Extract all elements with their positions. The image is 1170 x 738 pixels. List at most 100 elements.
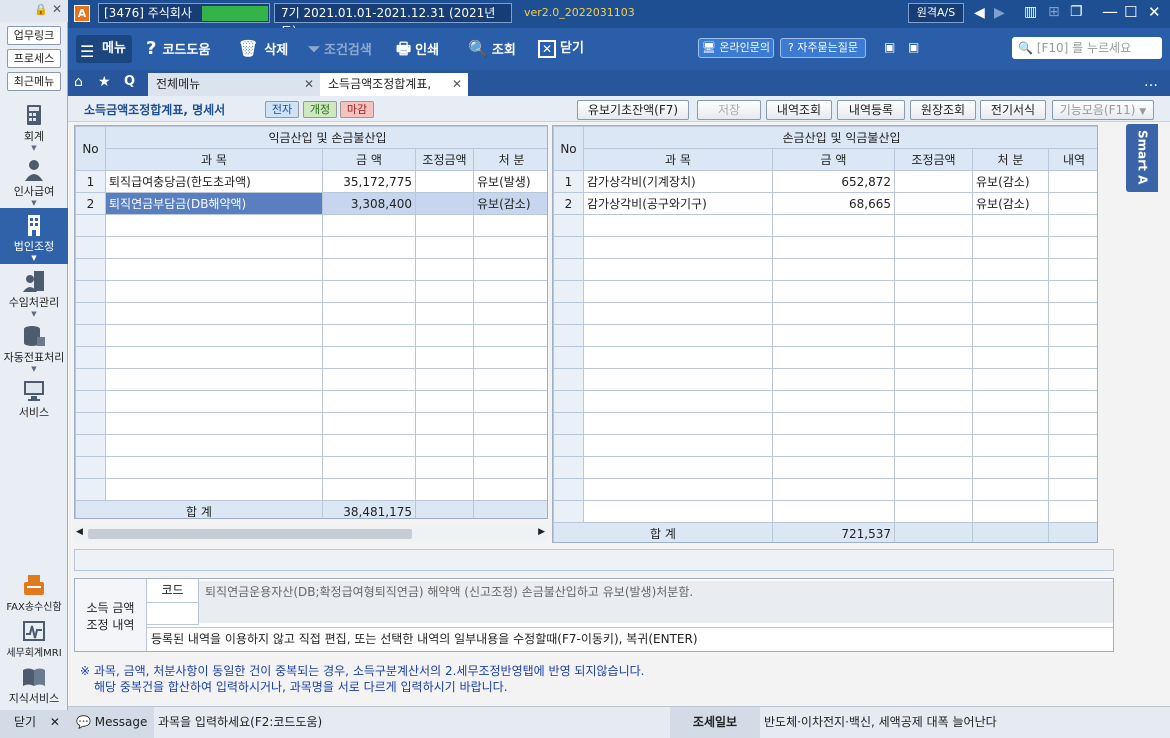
column-header-amount[interactable]: 금 액 [322, 148, 416, 171]
empty-row[interactable] [75, 258, 547, 281]
tag-revised[interactable]: 개정 [303, 101, 337, 118]
column-header-disposition[interactable]: 처 분 [472, 148, 547, 171]
close-icon[interactable]: ✕ [452, 73, 462, 95]
code-input[interactable] [147, 603, 199, 625]
empty-row[interactable] [553, 390, 1097, 413]
empty-row[interactable] [553, 236, 1097, 259]
book-view-icon[interactable]: ▥ [1024, 4, 1037, 20]
empty-row[interactable] [553, 478, 1097, 501]
sidebar-item-client-manage[interactable]: 수임처관리 ▼ [0, 264, 68, 320]
scroll-left-icon[interactable]: ◀ [76, 527, 83, 537]
disposition-cell[interactable]: 유보(감소) [972, 170, 1049, 193]
sidebar-item-knowledge[interactable]: 지식서비스 [0, 660, 68, 706]
tab-current[interactable]: 소득금액조정합계표, ✕ [320, 73, 468, 96]
screen-dual-icon[interactable]: ▣ [908, 40, 919, 54]
tag-electronic[interactable]: 전자 [265, 101, 299, 118]
empty-row[interactable] [75, 368, 547, 391]
item-cell[interactable]: 감가상각비(공구와기구) [583, 192, 773, 215]
tab-all-menu[interactable]: 전체메뉴 ✕ [148, 73, 320, 96]
lock-icon[interactable]: 🔒 [34, 3, 48, 16]
close-button[interactable]: ✕ 닫기 [538, 38, 584, 60]
smart-a-side-button[interactable]: Smart A [1126, 124, 1158, 192]
empty-row[interactable] [75, 390, 547, 413]
quick-search-icon[interactable]: Q [124, 74, 135, 89]
empty-row[interactable] [553, 258, 1097, 281]
online-inquiry-button[interactable]: 🖥 온라인문의 [698, 38, 774, 58]
sidebar-item-mri[interactable]: 세무회계MRI [0, 614, 68, 664]
save-button[interactable]: 저장 [697, 100, 761, 120]
forward-arrow-icon[interactable]: ▶ [994, 5, 1005, 21]
global-search-input[interactable]: 🔍 [F10] 를 누르세요 [1012, 37, 1162, 59]
window-cascade-icon[interactable]: ❐ [1070, 4, 1083, 20]
empty-row[interactable] [553, 412, 1097, 435]
empty-row[interactable] [75, 412, 547, 435]
sidebar-close-button[interactable]: 닫기 ✕ [0, 710, 68, 738]
remote-support-button[interactable]: 원격A/S [908, 3, 964, 23]
empty-row[interactable] [75, 456, 547, 479]
item-cell[interactable]: 퇴직연금부담금(DB해약액) [105, 192, 323, 215]
empty-row[interactable] [553, 500, 1097, 523]
ledger-view-button[interactable]: 원장조회 [910, 100, 976, 120]
search-button[interactable]: 🔍 조회 [468, 38, 516, 60]
disposition-cell[interactable]: 유보(감소) [472, 192, 547, 215]
star-icon[interactable]: ★ [98, 74, 111, 90]
sidebar-link-process[interactable]: 프로세스 [7, 49, 61, 68]
close-window-icon[interactable]: ✕ [1148, 3, 1161, 21]
empty-row[interactable] [553, 280, 1097, 303]
empty-row[interactable] [75, 280, 547, 303]
empty-row[interactable] [75, 434, 547, 457]
column-header-detail[interactable]: 내역 [1047, 148, 1097, 171]
column-header-adjust[interactable]: 조정금액 [415, 148, 474, 171]
message-tab[interactable]: 💬 Message [68, 707, 154, 738]
screen-icon[interactable]: ▣ [884, 40, 895, 54]
item-cell[interactable]: 감가상각비(기계장치) [583, 170, 773, 193]
empty-row[interactable] [553, 368, 1097, 391]
sidebar-item-service[interactable]: 서비스 [0, 374, 68, 430]
column-header-item[interactable]: 과 목 [583, 148, 773, 171]
code-help-button[interactable]: ? 코드도움 [146, 38, 210, 60]
column-header-item[interactable]: 과 목 [105, 148, 323, 171]
adjust-cell[interactable] [415, 170, 474, 193]
empty-row[interactable] [553, 324, 1097, 347]
horizontal-scrollbar[interactable]: ◀ ▶ [74, 527, 548, 541]
detail-cell[interactable] [1047, 192, 1097, 215]
empty-row[interactable] [75, 302, 547, 325]
amount-cell[interactable]: 3,308,400 [322, 192, 416, 215]
detail-view-button[interactable]: 내역조회 [766, 100, 832, 120]
sidebar-item-auto-voucher[interactable]: 자동전표처리 ▼ [0, 319, 68, 375]
amount-cell[interactable]: 35,172,775 [322, 170, 416, 193]
more-icon[interactable]: … [1144, 74, 1158, 90]
close-icon[interactable]: ✕ [52, 2, 62, 16]
print-button[interactable]: 🖶 인쇄 [396, 38, 439, 60]
column-header-disposition[interactable]: 처 분 [972, 148, 1049, 171]
sidebar-item-fax[interactable]: FAX송수신함 [0, 568, 68, 618]
adjust-cell[interactable] [894, 192, 973, 215]
empty-row[interactable] [553, 214, 1097, 237]
tag-deadline[interactable]: 마감 [340, 101, 374, 118]
empty-row[interactable] [553, 302, 1097, 325]
grid-view-icon[interactable]: ⊞ [1048, 4, 1060, 20]
table-row-selected[interactable]: 2 퇴직연금부담금(DB해약액) 3,308,400 유보(감소) [75, 192, 547, 215]
sidebar-item-accounting[interactable]: 회계 ▼ [0, 98, 68, 154]
empty-row[interactable] [553, 434, 1097, 457]
minimize-icon[interactable]: — [1102, 2, 1118, 21]
empty-row[interactable] [75, 346, 547, 369]
detail-register-button[interactable]: 내역등록 [837, 100, 905, 120]
disposition-cell[interactable]: 유보(발생) [472, 170, 547, 193]
table-row[interactable]: 1 감가상각비(기계장치) 652,872 유보(감소) [553, 170, 1097, 193]
function-menu-button[interactable]: 기능모음(F11) ▼ [1052, 100, 1154, 120]
table-row[interactable]: 1 퇴직급여충당금(한도초과액) 35,172,775 유보(발생) [75, 170, 547, 193]
scrollbar-thumb[interactable] [88, 529, 412, 539]
sidebar-link-recent[interactable]: 최근메뉴 [7, 72, 61, 91]
empty-row[interactable] [75, 324, 547, 347]
disposition-cell[interactable]: 유보(감소) [972, 192, 1049, 215]
empty-row[interactable] [553, 346, 1097, 369]
sidebar-item-corporate-adjust[interactable]: 법인조정 ▼ [0, 208, 68, 264]
close-icon[interactable]: ✕ [304, 73, 314, 95]
adjust-cell[interactable] [415, 192, 474, 215]
sidebar-item-payroll[interactable]: 인사급여 ▼ [0, 153, 68, 209]
empty-row[interactable] [75, 214, 547, 237]
amount-cell[interactable]: 652,872 [772, 170, 895, 193]
amount-cell[interactable]: 68,665 [772, 192, 895, 215]
delete-button[interactable]: 🗑 삭제 [238, 38, 288, 60]
